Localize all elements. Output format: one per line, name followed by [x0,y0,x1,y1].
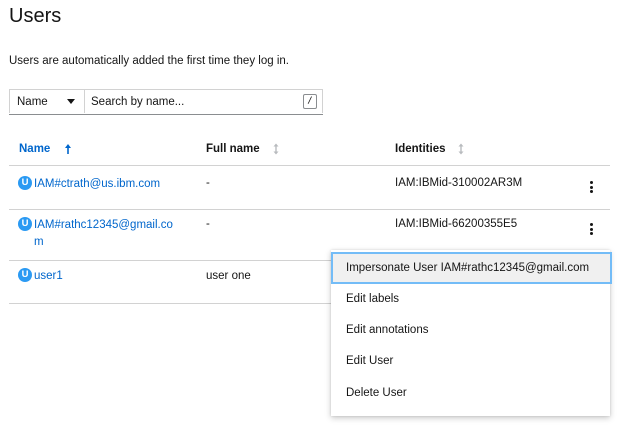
user-badge-icon: U [18,176,32,190]
user-link[interactable]: IAM#rathc12345@gmail.co m [34,217,173,251]
user-name-cell: U user1 [18,268,63,285]
table-row: U IAM#ctrath@us.ibm.com - IAM:IBMid-3100… [9,166,610,210]
column-header-identities-label: Identities [395,143,446,155]
user-badge-icon: U [18,217,32,231]
search-container: / [85,89,323,113]
users-table: Name Full name Identities U IAM#ctrath@u… [9,134,610,304]
user-name-cell: U IAM#ctrath@us.ibm.com [18,176,160,193]
full-name-cell: - [206,218,210,230]
filter-type-dropdown[interactable]: Name [9,89,85,113]
keyboard-shortcut-hint: / [303,94,317,109]
column-header-identities[interactable]: Identities [395,143,465,155]
column-header-full-name-label: Full name [206,143,260,155]
column-header-name-label: Name [19,143,51,155]
user-link-line2: m [34,236,44,248]
user-link[interactable]: IAM#ctrath@us.ibm.com [34,176,160,193]
user-link-line1: IAM#rathc12345@gmail.co [34,219,173,231]
caret-down-icon [67,99,75,104]
user-link[interactable]: user1 [34,268,63,285]
kebab-icon[interactable] [585,178,597,196]
menu-item-delete-user[interactable]: Delete User [331,378,610,409]
search-input[interactable] [85,90,293,113]
full-name-cell: user one [206,270,251,282]
identities-cell: IAM:IBMid-66200355E5 [395,218,518,230]
page-title: Users [9,5,62,27]
column-header-full-name[interactable]: Full name [206,143,280,155]
filter-toolbar: Name / [9,89,323,115]
menu-item-edit-user[interactable]: Edit User [331,346,610,377]
table-header: Name Full name Identities [9,134,610,166]
page-description: Users are automatically added the first … [9,55,289,67]
user-badge-icon: U [18,268,32,282]
row-actions-menu: Impersonate User IAM#rathc12345@gmail.co… [331,250,612,416]
identities-cell: IAM:IBMid-310002AR3M [395,177,523,189]
menu-item-edit-labels[interactable]: Edit labels [331,284,610,315]
menu-item-edit-annotations[interactable]: Edit annotations [331,315,610,346]
sort-icon[interactable] [457,143,465,155]
full-name-cell: - [206,177,210,189]
column-header-name[interactable]: Name [19,143,72,155]
kebab-icon[interactable] [585,220,597,238]
sort-ascending-icon[interactable] [64,143,72,155]
filter-type-label: Name [17,95,48,108]
user-name-cell: U IAM#rathc12345@gmail.co m [18,217,173,251]
sort-icon[interactable] [272,143,280,155]
menu-item-impersonate-user[interactable]: Impersonate User IAM#rathc12345@gmail.co… [331,252,612,284]
